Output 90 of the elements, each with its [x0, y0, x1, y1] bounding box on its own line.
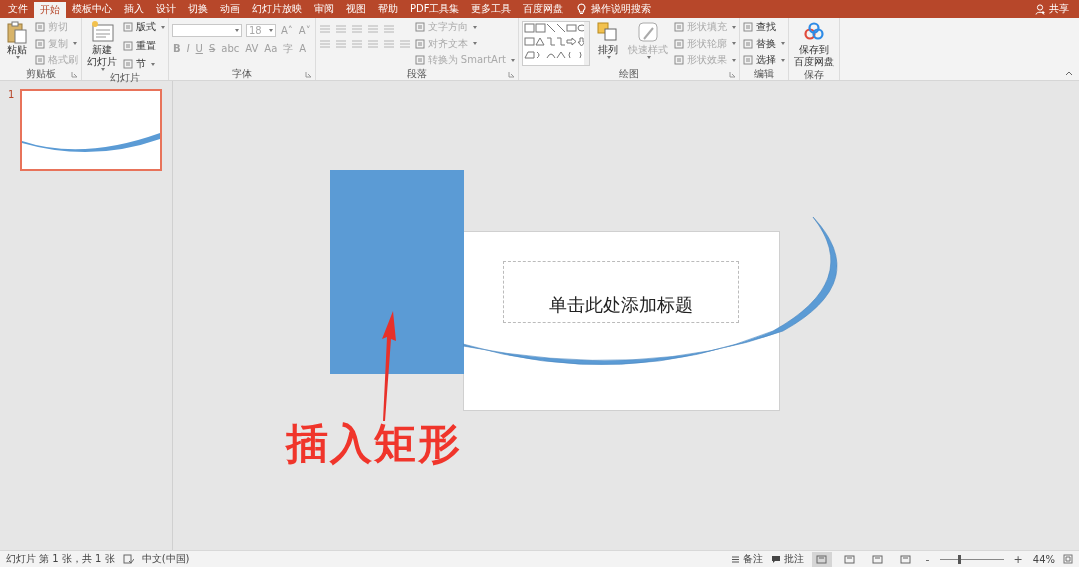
ribbon-button[interactable]: 查找 — [743, 20, 785, 34]
ribbon-button[interactable]: 重置 — [123, 38, 165, 53]
notes-button[interactable]: 备注 — [730, 552, 763, 566]
zoom-out-button[interactable]: - — [923, 552, 932, 566]
command-icon — [35, 55, 45, 65]
group-label: 字体 — [231, 66, 252, 81]
caret-icon — [607, 56, 611, 59]
ribbon-button[interactable]: 选择 — [743, 53, 785, 67]
slide-thumbnail[interactable] — [20, 89, 163, 171]
ribbon-tab[interactable]: 审阅 — [308, 0, 340, 18]
collapse-ribbon-icon[interactable] — [1065, 70, 1073, 76]
command-icon — [743, 55, 753, 65]
ribbon-tab[interactable]: 插入 — [118, 0, 150, 18]
command-icon — [743, 22, 753, 32]
group-label: 段落 — [406, 66, 427, 81]
person-icon — [1035, 3, 1046, 15]
tell-me-search[interactable]: 操作说明搜索 — [569, 0, 660, 18]
caret-icon — [73, 42, 77, 45]
dialog-launcher-icon[interactable] — [304, 71, 312, 78]
comments-button[interactable]: 批注 — [770, 552, 804, 566]
annotation-text: 插入矩形 — [286, 418, 462, 470]
ribbon-button[interactable]: 排列 — [594, 20, 622, 67]
shapes-gallery[interactable] — [522, 21, 590, 66]
caret-icon — [151, 62, 155, 66]
group-label: 幻灯片 — [110, 70, 140, 85]
ribbon-button[interactable]: 版式 — [123, 20, 165, 34]
zoom-in-button[interactable]: + — [1011, 552, 1025, 566]
title-placeholder[interactable]: 单击此处添加标题 — [503, 261, 739, 323]
ribbon-tab[interactable]: 视图 — [340, 0, 372, 18]
caret-icon — [101, 68, 105, 71]
caret-icon — [647, 56, 651, 59]
caret-icon — [732, 42, 736, 45]
spell-check-icon[interactable] — [122, 554, 134, 564]
ribbon-tab[interactable]: 更多工具 — [465, 0, 518, 18]
lightbulb-icon — [577, 3, 587, 15]
ribbon-tab[interactable]: 文件 — [2, 0, 34, 18]
ribbon-tab[interactable]: 切换 — [182, 0, 214, 18]
notes-icon — [730, 555, 740, 563]
ribbon-button[interactable]: 替换 — [743, 36, 785, 51]
zoom-level: 44% — [1032, 553, 1055, 565]
caret-icon — [235, 29, 239, 32]
caret-icon — [472, 42, 477, 45]
command-icon — [414, 22, 425, 32]
command-icon — [123, 59, 133, 69]
caret-icon — [732, 25, 736, 29]
group-label: 编辑 — [754, 66, 774, 81]
ribbon-button[interactable]: 节 — [123, 57, 165, 71]
dialog-launcher-icon[interactable] — [729, 71, 736, 78]
comment-icon — [770, 554, 781, 564]
command-icon — [414, 55, 425, 65]
ribbon-tab[interactable]: 动画 — [214, 0, 246, 18]
command-icon — [123, 40, 133, 51]
caret-icon — [781, 58, 785, 62]
slider-thumb[interactable] — [957, 554, 961, 564]
caret-icon — [269, 29, 273, 32]
slide-counter: 幻灯片 第 1 张，共 1 张 — [6, 552, 115, 566]
caret-icon — [16, 56, 20, 59]
fit-to-window-icon[interactable] — [1063, 554, 1073, 564]
ribbon-tab[interactable]: 开始 — [34, 2, 66, 18]
share-button[interactable]: 共享 — [1025, 0, 1079, 18]
caret-icon — [781, 42, 785, 45]
ribbon-tab[interactable]: 帮助 — [372, 0, 404, 18]
group-label: 保存 — [804, 67, 824, 82]
ribbon-tab[interactable]: 百度网盘 — [517, 0, 570, 18]
command-icon — [414, 38, 425, 49]
command-icon — [674, 38, 684, 49]
command-icon — [743, 38, 753, 49]
command-icon — [35, 22, 45, 32]
caret-icon — [472, 25, 477, 29]
ribbon-tab[interactable]: PDF工具集 — [404, 0, 466, 18]
ribbon-button[interactable]: 新建 幻灯片 — [85, 20, 119, 71]
caret-icon — [511, 58, 515, 62]
caret-icon — [161, 25, 165, 29]
command-icon — [123, 22, 133, 32]
group-label: 绘图 — [619, 66, 639, 81]
ribbon-button[interactable]: 保存到 百度网盘 — [792, 20, 836, 68]
command-icon — [35, 38, 45, 49]
command-icon — [674, 55, 684, 65]
dialog-launcher-icon[interactable] — [508, 71, 515, 78]
ribbon-tab[interactable]: 模板中心 — [66, 0, 118, 18]
ribbon-button[interactable]: 粘贴 — [3, 20, 31, 67]
caret-icon — [732, 58, 736, 62]
group-label: 剪贴板 — [25, 66, 56, 81]
view-button[interactable] — [811, 551, 832, 567]
ribbon-tab[interactable]: 设计 — [150, 0, 182, 18]
language-button[interactable]: 中文(中国) — [141, 552, 190, 566]
slide-number: 1 — [8, 89, 15, 102]
ribbon-tab[interactable]: 幻灯片放映 — [246, 0, 308, 18]
dialog-launcher-icon[interactable] — [71, 71, 78, 78]
command-icon — [674, 22, 684, 32]
